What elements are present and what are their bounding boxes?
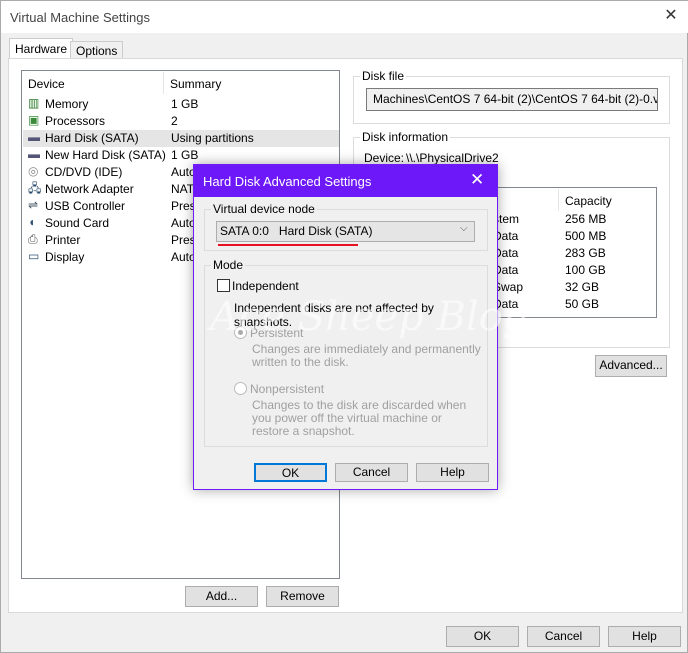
device-name: Display: [45, 250, 85, 264]
dialog-help-button[interactable]: Help: [416, 463, 489, 482]
display-icon: ▭: [28, 249, 40, 263]
device-name: Network Adapter: [45, 182, 134, 196]
window-title: Virtual Machine Settings: [10, 10, 150, 25]
disk-info-label: Disk information: [360, 130, 451, 144]
add-button[interactable]: Add...: [185, 586, 258, 607]
summary-header: Summary: [170, 77, 222, 91]
partition-capacity: 283 GB: [565, 246, 606, 260]
capacity-header: Capacity: [565, 194, 612, 208]
advanced-button[interactable]: Advanced...: [595, 355, 667, 377]
device-name: USB Controller: [45, 199, 126, 213]
cd-dvd-icon: ◎: [28, 164, 39, 178]
ok-button[interactable]: OK: [446, 626, 519, 647]
close-icon[interactable]: ✕: [661, 5, 681, 27]
device-summary: 1 GB: [171, 148, 199, 162]
device-name: Processors: [45, 114, 106, 128]
device-node-select[interactable]: SATA 0:0 Hard Disk (SATA): [216, 221, 475, 242]
hard-disk-icon: ▬: [28, 147, 40, 161]
device-summary: Auto: [171, 250, 196, 264]
partition-capacity: 50 GB: [565, 297, 600, 311]
device-name: Printer: [45, 233, 81, 247]
device-row[interactable]: ▬ Hard Disk (SATA) Using partitions: [23, 130, 339, 147]
disk-file-field[interactable]: Machines\CentOS 7 64-bit (2)\CentOS 7 64…: [366, 88, 658, 111]
device-row[interactable]: ▥ Memory 1 GB: [23, 96, 339, 113]
node-group-label: Virtual device node: [211, 202, 317, 216]
hard-disk-icon: ▬: [28, 130, 40, 144]
independent-checkbox[interactable]: [217, 279, 230, 292]
device-row[interactable]: ▬ New Hard Disk (SATA) 1 GB: [23, 147, 339, 164]
nonpersistent-radio[interactable]: [234, 382, 247, 395]
device-name: Memory: [45, 97, 89, 111]
device-summary: 2: [171, 114, 178, 128]
partition-capacity: 100 GB: [565, 263, 606, 277]
nonpersistent-desc: Changes to the disk are discarded when y…: [252, 398, 467, 438]
disk-file-group: Disk file Machines\CentOS 7 64-bit (2)\C…: [353, 69, 670, 124]
dialog-close-icon[interactable]: ✕: [470, 170, 484, 190]
partition-capacity: 32 GB: [565, 280, 600, 294]
device-value: \\.\PhysicalDrive2: [406, 151, 499, 165]
red-underline: [218, 244, 358, 246]
independent-label[interactable]: Independent: [232, 279, 299, 293]
help-button[interactable]: Help: [608, 626, 681, 647]
dialog-ok-button[interactable]: OK: [254, 463, 327, 482]
nonpersistent-label[interactable]: Nonpersistent: [250, 382, 324, 396]
mode-group: Mode Independent Independent disks are n…: [204, 258, 528, 447]
dialog-cancel-button[interactable]: Cancel: [335, 463, 408, 482]
device-summary: Auto: [171, 216, 196, 230]
partition-capacity: 256 MB: [565, 212, 607, 226]
dialog-title-bar: Hard Disk Advanced Settings ✕: [194, 165, 497, 197]
device-summary: Auto: [171, 165, 196, 179]
device-row[interactable]: ▣ Processors 2: [23, 113, 339, 130]
device-label: Device:: [364, 151, 405, 165]
watermark: Ace Sheep Blog: [210, 294, 529, 340]
cancel-button[interactable]: Cancel: [527, 626, 600, 647]
device-summary: NAT: [171, 182, 195, 196]
device-name: Hard Disk (SATA): [45, 131, 139, 145]
memory-icon: ▥: [28, 96, 40, 110]
device-summary: 1 GB: [171, 97, 199, 111]
tab-hardware[interactable]: Hardware: [9, 38, 74, 60]
usb-icon: ⇌: [28, 198, 39, 212]
chevron-down-icon: ⌵: [460, 223, 468, 234]
title-bar: Virtual Machine Settings ✕: [1, 1, 688, 33]
virtual-device-node-group: Virtual device node SATA 0:0 Hard Disk (…: [204, 202, 488, 251]
device-name: New Hard Disk (SATA): [45, 148, 166, 162]
processor-icon: ▣: [28, 113, 40, 127]
device-name: Sound Card: [45, 216, 110, 230]
device-name: CD/DVD (IDE): [45, 165, 123, 179]
mode-group-label: Mode: [211, 258, 246, 272]
disk-file-label: Disk file: [360, 69, 407, 83]
device-header: Device: [28, 77, 65, 91]
sound-icon: ◖: [28, 215, 36, 229]
remove-button[interactable]: Remove: [266, 586, 339, 607]
network-icon: 🖧: [28, 181, 42, 195]
dialog-title: Hard Disk Advanced Settings: [203, 174, 372, 189]
partition-capacity: 500 MB: [565, 229, 607, 243]
persistent-desc: Changes are immediately and permanently …: [252, 342, 481, 369]
tab-options[interactable]: Options: [70, 41, 124, 59]
device-summary: Using partitions: [171, 131, 254, 145]
hard-disk-advanced-dialog: Hard Disk Advanced Settings ✕ Virtual de…: [193, 164, 528, 490]
printer-icon: ⎙: [28, 232, 38, 246]
